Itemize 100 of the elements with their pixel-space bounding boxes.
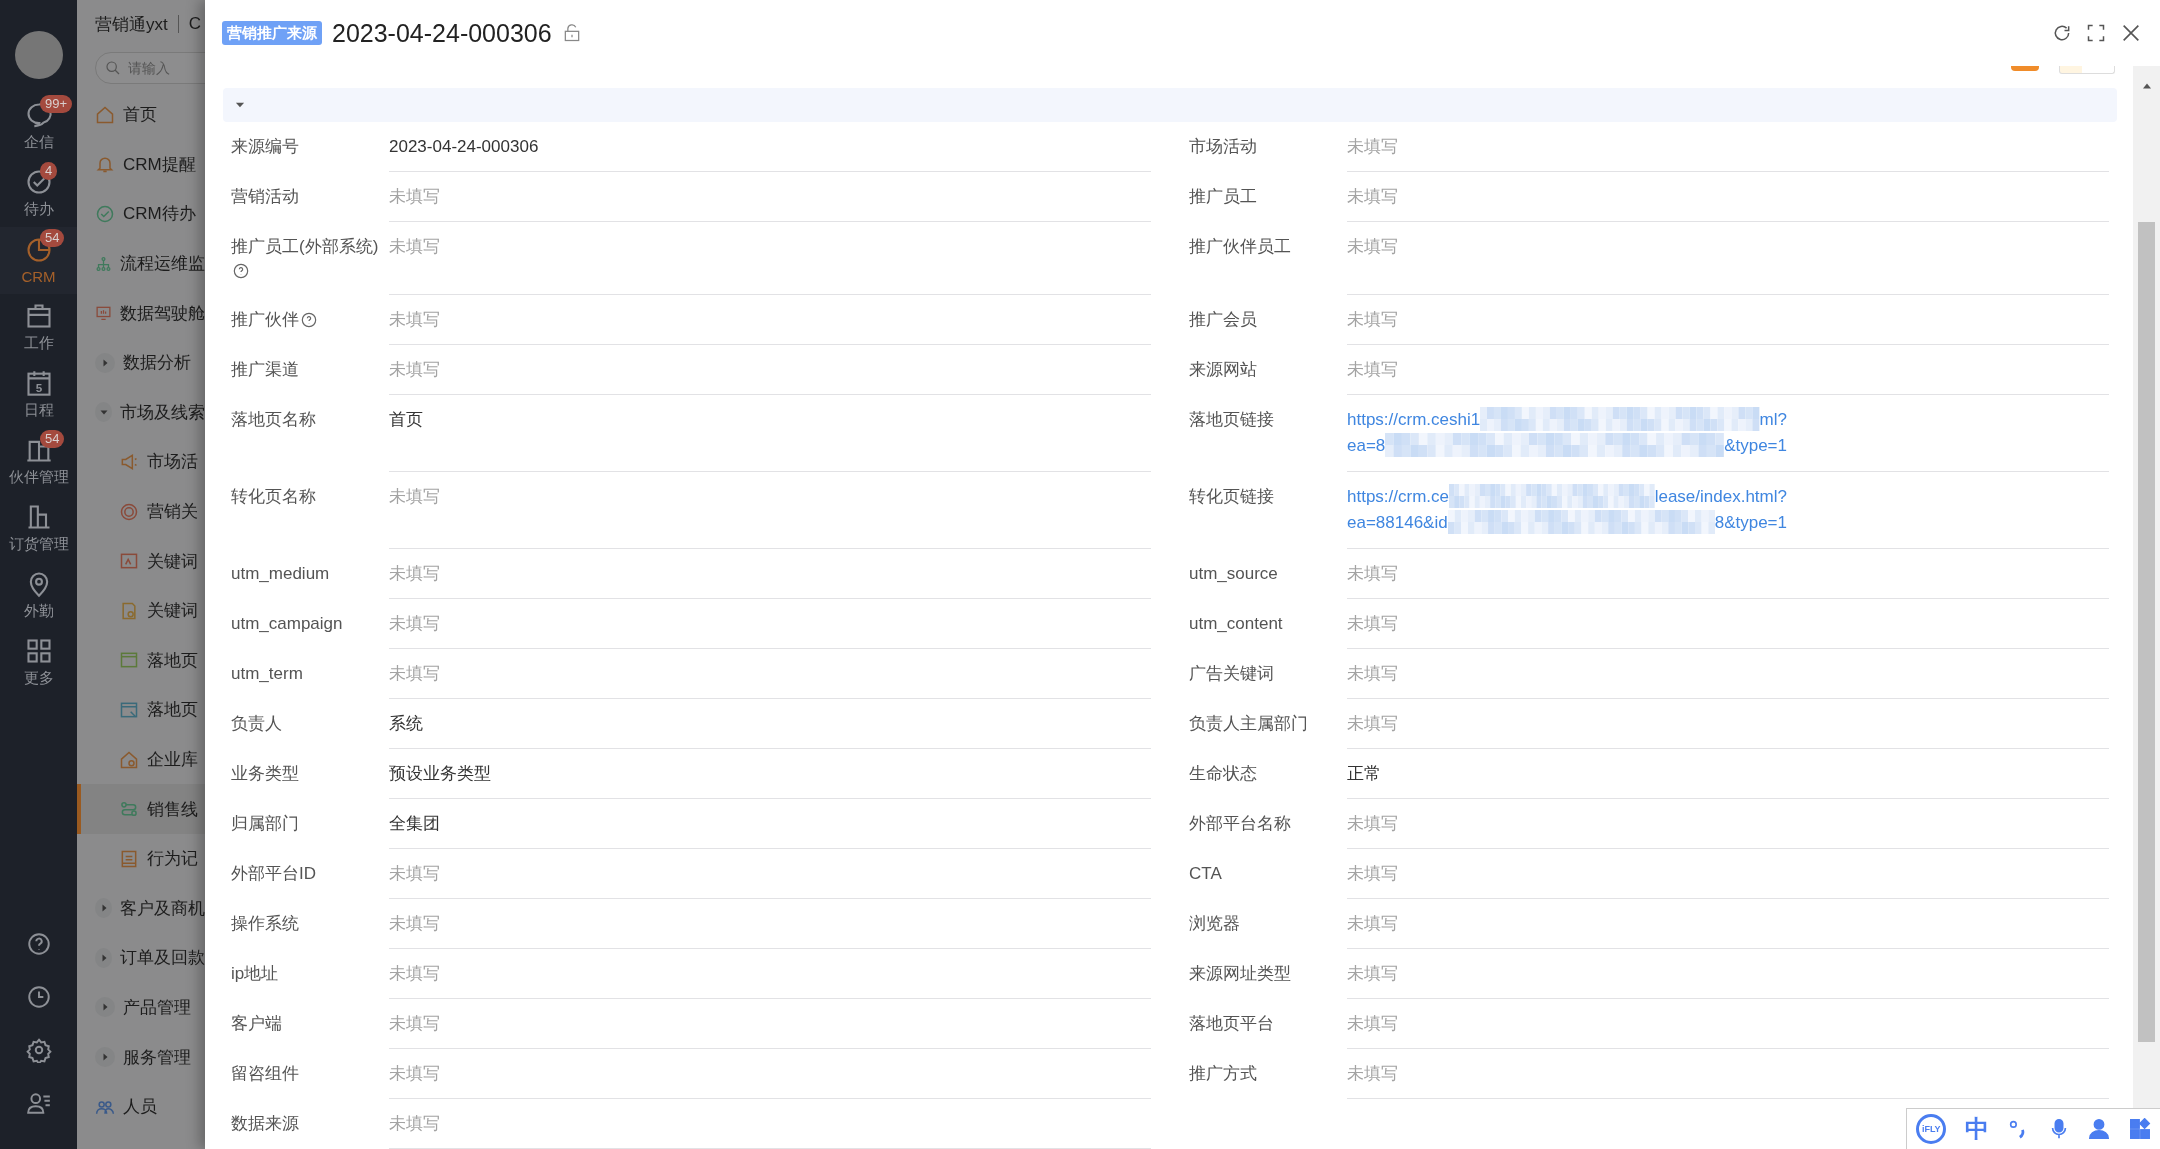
menu-group[interactable]: 服务管理 [77, 1032, 205, 1082]
field-label: 推广伙伴 [231, 310, 299, 329]
nav-item[interactable]: 订货管理 [0, 495, 77, 562]
app-name: 营销通yxt [95, 13, 168, 36]
nav-item[interactable]: CRM 54 [0, 227, 77, 294]
field-value: 未填写 [389, 360, 440, 379]
menu-item[interactable]: 数据驾驶舱 [77, 288, 205, 338]
calendar-icon: 5 [24, 369, 53, 397]
menu-item[interactable]: 落地页 [77, 685, 205, 735]
field-label: 推广员工(外部系统) [231, 237, 379, 256]
count-badge: 54 [40, 430, 65, 448]
field-label: 推广方式 [1189, 1064, 1257, 1083]
count-badge: 99+ [40, 95, 73, 113]
clock-icon [25, 983, 52, 1010]
field-value: 正常 [1347, 764, 1381, 783]
menu-item[interactable]: 企业库 [77, 734, 205, 785]
field-label: 落地页平台 [1189, 1014, 1274, 1033]
field-label: 落地页链接 [1189, 410, 1274, 429]
field-label: 外部平台ID [231, 864, 316, 883]
menu-group[interactable]: 订单及回款 [77, 933, 205, 983]
menu-group[interactable]: 客户及商机 [77, 883, 205, 934]
target-icon [119, 501, 139, 522]
menu-item[interactable]: 首页 [77, 90, 205, 140]
avatar[interactable] [14, 31, 63, 79]
field-value: 未填写 [389, 914, 440, 933]
menu-item[interactable]: 市场活 [77, 437, 205, 487]
nav-item[interactable]: 企信 99+ [0, 93, 77, 160]
ime-logo[interactable]: iFLY [1916, 1114, 1947, 1144]
menu-item[interactable]: 人员 [77, 1081, 205, 1132]
field-value: 未填写 [389, 964, 440, 983]
field-value: 未填写 [389, 1064, 440, 1083]
help-icon [25, 930, 52, 957]
nav-item[interactable]: 待办 4 [0, 160, 77, 227]
menu-item[interactable]: 销售线 [77, 784, 205, 834]
menu-item[interactable]: 流程运维监 [77, 238, 205, 289]
field-value: 未填写 [389, 310, 440, 329]
field-value: 未填写 [1347, 964, 1398, 983]
field-link[interactable]: https://crm.ceshi1 ml? ea=8 &type=1 [1347, 407, 2109, 459]
nav-item[interactable]: 工作 [0, 294, 77, 361]
menu-group[interactable]: 产品管理 [77, 982, 205, 1033]
nav-item[interactable]: 5 日程 [0, 361, 77, 428]
field-label: 转化页名称 [231, 487, 316, 506]
field-value: 系统 [389, 714, 423, 733]
field-value: 未填写 [389, 487, 440, 506]
field-value: 未填写 [389, 1014, 440, 1033]
field-value: 未填写 [1347, 564, 1398, 583]
field-label: 客户端 [231, 1014, 282, 1033]
field-label: 来源网址类型 [1189, 964, 1291, 983]
status-tag [2011, 66, 2039, 71]
field-label: 来源网站 [1189, 360, 1257, 379]
field-label: 负责人主属部门 [1189, 714, 1308, 733]
field-label: 操作系统 [231, 914, 299, 933]
field-label: 转化页链接 [1189, 487, 1274, 506]
scrollbar-thumb[interactable] [2138, 222, 2155, 1042]
nav-item[interactable]: 伙伴管理 54 [0, 428, 77, 495]
grid-icon [24, 637, 53, 665]
menu-item[interactable]: 行为记 [77, 833, 205, 884]
field-value: 未填写 [389, 1114, 440, 1133]
settings-icon [25, 1036, 52, 1063]
field-link[interactable]: https://crm.ce lease/index.html? ea=88146&id 8&type=1 [1347, 484, 2109, 536]
menu-item[interactable]: CRM待办 [77, 189, 205, 239]
section-header[interactable] [223, 88, 2117, 122]
field-label: 外部平台名称 [1189, 814, 1291, 833]
field-label: 留咨组件 [231, 1064, 299, 1083]
check-circle-icon [95, 204, 115, 224]
menu-item[interactable]: 营销关 [77, 486, 205, 537]
field-value: 未填写 [389, 564, 440, 583]
field-label: 归属部门 [231, 814, 299, 833]
field-label: ip地址 [231, 964, 279, 983]
menu-item[interactable]: 关键词 [77, 536, 205, 586]
object-type-tag: 营销推广来源 [222, 21, 322, 45]
check-circle-icon [24, 168, 53, 196]
field-label: 生命状态 [1189, 764, 1257, 783]
menu-group[interactable]: 市场及线索 [77, 387, 205, 438]
field-label: 推广会员 [1189, 310, 1257, 329]
field-label: utm_campaign [231, 614, 343, 633]
field-label: 推广伙伴员工 [1189, 237, 1291, 256]
menu-group[interactable]: 数据分析 [77, 337, 205, 388]
field-label: 浏览器 [1189, 914, 1240, 933]
menu-item[interactable]: 落地页 [77, 635, 205, 686]
search-icon [105, 60, 121, 76]
home-icon [95, 104, 115, 125]
field-label: 广告关键词 [1189, 664, 1274, 683]
field-value: 未填写 [1347, 360, 1398, 379]
count-badge: 54 [40, 229, 65, 247]
fullscreen-icon [2086, 23, 2106, 43]
field-label: 落地页名称 [231, 410, 316, 429]
field-value: 未填写 [1347, 310, 1398, 329]
input-mode-toggle[interactable]: 中 [1964, 1113, 1989, 1145]
menu-item[interactable]: 关键词 [77, 585, 205, 636]
action-button[interactable] [2059, 66, 2115, 74]
house-gear-icon [119, 749, 139, 770]
notepad-icon [119, 848, 139, 869]
nav-item[interactable]: 更多 [0, 629, 77, 696]
field-label: CTA [1189, 864, 1222, 883]
field-value: 预设业务类型 [389, 764, 491, 783]
field-label: utm_term [231, 664, 303, 683]
field-value: 2023-04-24-000306 [389, 137, 539, 156]
menu-item[interactable]: CRM提醒 [77, 139, 205, 190]
nav-item[interactable]: 外勤 [0, 562, 77, 629]
